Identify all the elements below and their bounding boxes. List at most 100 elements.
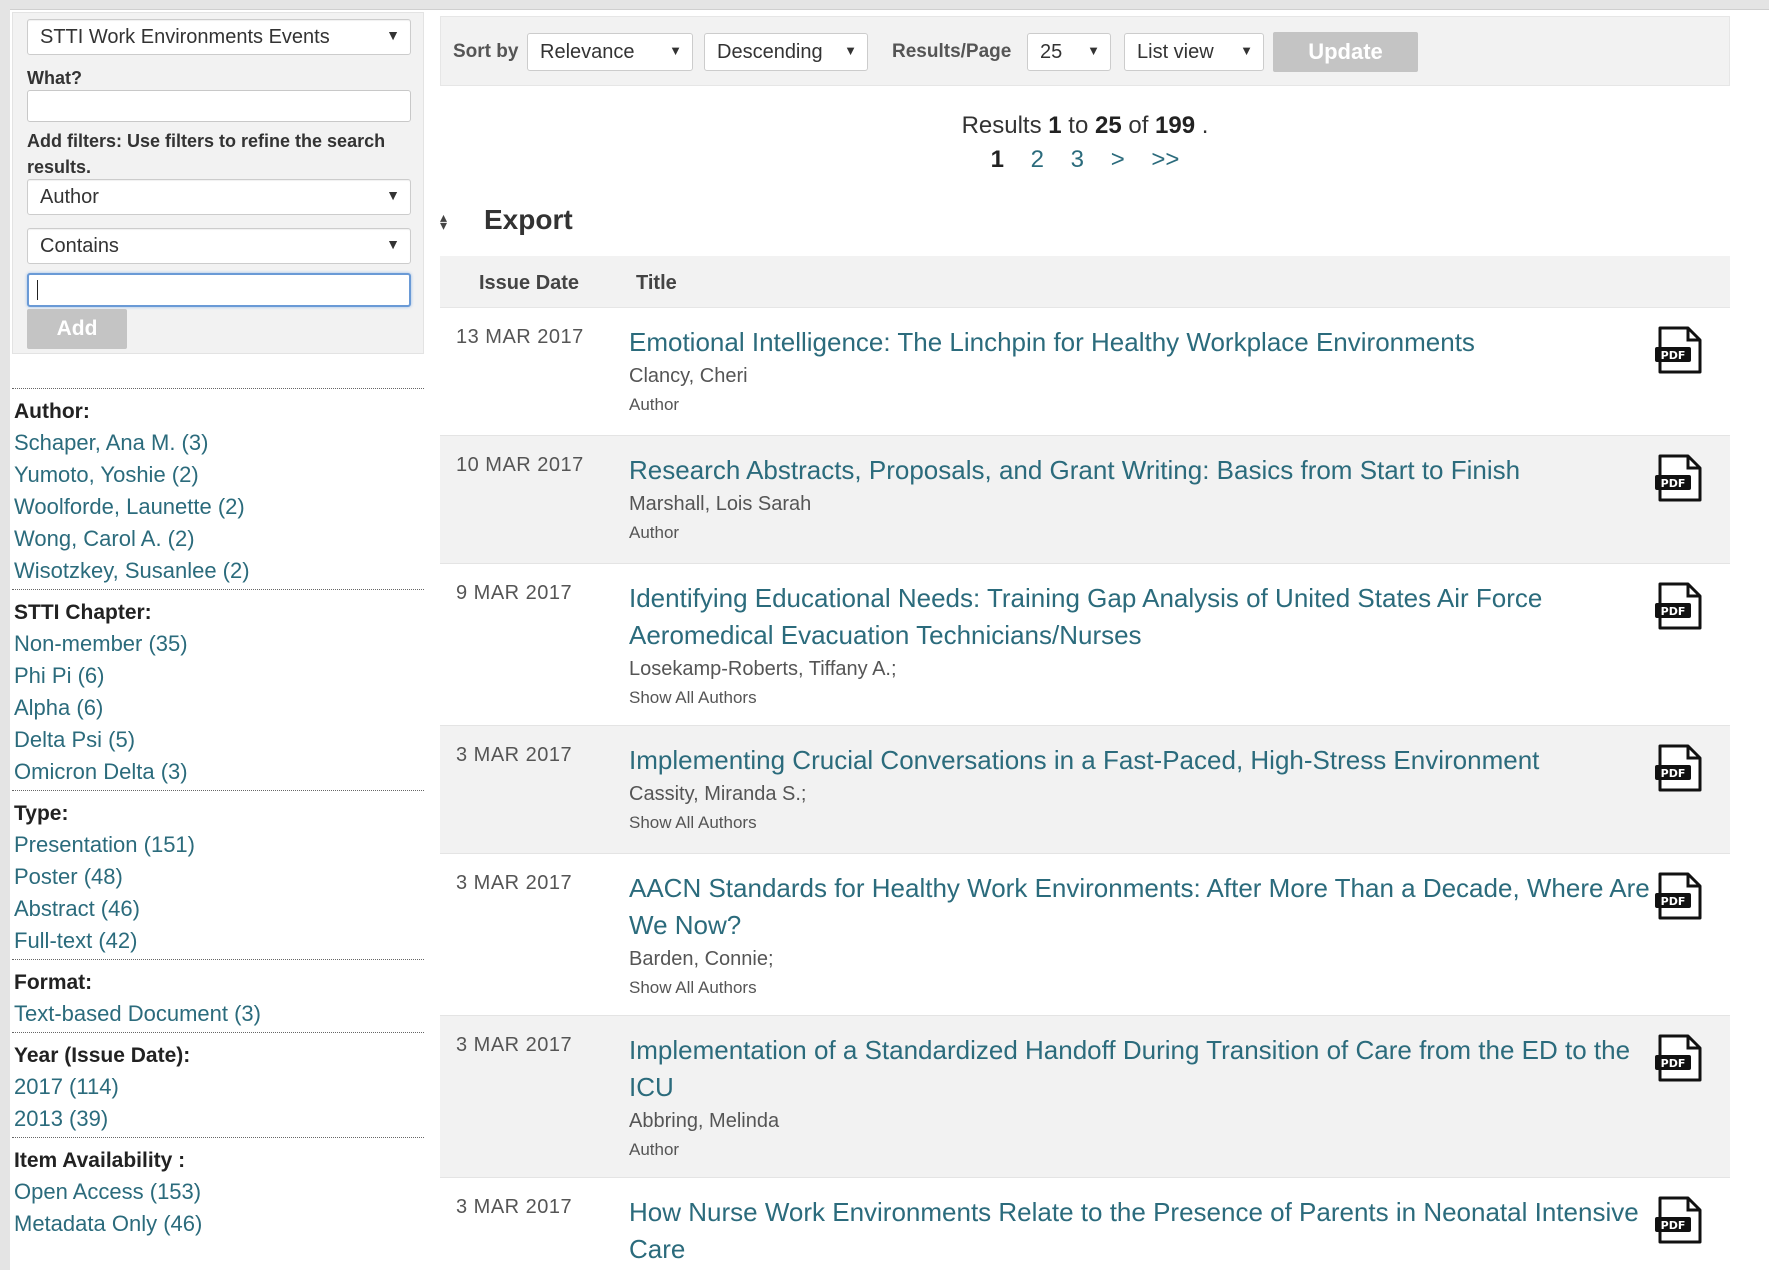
facet-link[interactable]: Alpha (6) (14, 692, 424, 724)
update-button[interactable]: Update (1273, 32, 1418, 72)
result-title-link[interactable]: Identifying Educational Needs: Training … (629, 580, 1669, 654)
results-per-page-select[interactable]: 25 ▼ (1027, 33, 1111, 71)
result-title-link[interactable]: Implementing Crucial Conversations in a … (629, 742, 1669, 779)
sort-order-select[interactable]: Descending ▼ (704, 33, 868, 71)
pdf-icon[interactable]: PDF (1654, 744, 1704, 792)
result-author: Abbring, Melinda (629, 1110, 780, 1132)
facet-link[interactable]: Phi Pi (6) (14, 660, 424, 692)
pdf-icon[interactable]: PDF (1654, 454, 1704, 502)
facet-heading: STTI Chapter: (14, 601, 152, 624)
facet-link[interactable]: Poster (48) (14, 861, 424, 893)
pdf-icon[interactable]: PDF (1654, 326, 1704, 374)
result-title-link[interactable]: Emotional Intelligence: The Linchpin for… (629, 324, 1669, 361)
page: STTI Work Environments Events ▼ What? Ad… (10, 9, 1769, 1270)
facet-heading: Author: (14, 400, 90, 423)
discovery-search-box: STTI Work Environments Events ▼ What? Ad… (12, 12, 424, 354)
sort-toggle-icon[interactable]: ▴ ▾ (440, 210, 454, 232)
facet-link[interactable]: Abstract (46) (14, 893, 424, 925)
facet-heading: Year (Issue Date): (14, 1044, 191, 1067)
results-table-header: Issue Date Title (440, 256, 1730, 308)
results-per-page-value: 25 (1040, 41, 1063, 63)
page-1: 1 (990, 146, 1004, 173)
results-of-word: of (1128, 112, 1149, 139)
facet-link[interactable]: 2017 (114) (14, 1071, 424, 1103)
result-issue-date: 10 MAR 2017 (456, 454, 584, 476)
result-title-link[interactable]: AACN Standards for Healthy Work Environm… (629, 870, 1669, 944)
facet-link[interactable]: Full-text (42) (14, 925, 424, 957)
what-input[interactable] (27, 90, 411, 122)
result-row: 9 MAR 2017 Identifying Educational Needs:… (440, 564, 1730, 726)
pdf-icon[interactable]: PDF (1654, 1196, 1704, 1244)
show-all-authors-link[interactable]: Show All Authors (629, 688, 757, 708)
facet-link[interactable]: Wisotzkey, Susanlee (2) (14, 555, 424, 587)
result-row: 13 MAR 2017 Emotional Intelligence: The L… (440, 308, 1730, 436)
result-author: Cassity, Miranda S.; (629, 783, 807, 805)
text-caret (37, 280, 38, 300)
facet-group: Author: Schaper, Ana M. (3) Yumoto, Yoshie… (12, 388, 424, 589)
sort-by-value: Relevance (540, 41, 635, 63)
facet-link[interactable]: Delta Psi (5) (14, 724, 424, 756)
result-author: Marshall, Lois Sarah (629, 493, 812, 515)
view-mode-select[interactable]: List view ▼ (1124, 33, 1264, 71)
result-row: 3 MAR 2017 AACN Standards for Healthy Wor… (440, 854, 1730, 1016)
pdf-icon[interactable]: PDF (1654, 1034, 1704, 1082)
facet-link[interactable]: Yumoto, Yoshie (2) (14, 459, 424, 491)
results-toolbar: Sort by Relevance ▼ Descending ▼ Results… (440, 16, 1730, 86)
result-issue-date: 13 MAR 2017 (456, 326, 584, 348)
facet-link[interactable]: Text-based Document (3) (14, 998, 424, 1030)
export-label[interactable]: Export (484, 204, 573, 236)
facet-link[interactable]: Presentation (151) (14, 829, 424, 861)
pagination: 1 2 3 > >> (440, 146, 1730, 174)
facet-link[interactable]: Omicron Delta (3) (14, 756, 424, 788)
show-all-authors-link[interactable]: Show All Authors (629, 813, 757, 833)
pdf-icon[interactable]: PDF (1654, 582, 1704, 630)
pdf-icon-label: PDF (1661, 895, 1686, 908)
add-filter-button[interactable]: Add (27, 309, 127, 349)
facet-link[interactable]: Non-member (35) (14, 628, 424, 660)
facet-link[interactable]: Woolforde, Launette (2) (14, 491, 424, 523)
filter-field-select[interactable]: Author ▼ (27, 179, 411, 215)
result-title-link[interactable]: Implementation of a Standardized Handoff… (629, 1032, 1669, 1106)
pdf-icon-label: PDF (1661, 1057, 1686, 1070)
results-per-page-label: Results/Page (892, 41, 1012, 62)
result-title-link[interactable]: How Nurse Work Environments Relate to th… (629, 1194, 1669, 1268)
result-role: Author (629, 395, 680, 414)
facet-link[interactable]: Open Access (153) (14, 1176, 424, 1208)
filters-hint: Add filters: Use filters to refine the s… (27, 131, 386, 177)
pdf-icon[interactable]: PDF (1654, 872, 1704, 920)
column-issue-date[interactable]: Issue Date (479, 272, 579, 295)
dropdown-arrow-icon: ▼ (844, 43, 857, 58)
pdf-icon-label: PDF (1661, 477, 1686, 490)
filter-operator-value: Contains (40, 235, 119, 257)
facet-group: Format: Text-based Document (3) (12, 959, 424, 1032)
scope-select[interactable]: STTI Work Environments Events ▼ (27, 19, 411, 55)
filter-operator-select[interactable]: Contains ▼ (27, 228, 411, 264)
facet-link[interactable]: Metadata Only (46) (14, 1208, 424, 1240)
filter-value-input[interactable] (27, 273, 411, 307)
result-row: 3 MAR 2017 Implementation of a Standardiz… (440, 1016, 1730, 1178)
result-role: Author (629, 1140, 680, 1159)
results-summary: Results 1 to 25 of 199 . (440, 112, 1730, 140)
page-2-link[interactable]: 2 (1031, 146, 1044, 174)
pdf-icon-label: PDF (1661, 1219, 1686, 1232)
facet-link[interactable]: 2013 (39) (14, 1103, 424, 1135)
sort-by-select[interactable]: Relevance ▼ (527, 33, 693, 71)
result-row: 3 MAR 2017 Implementing Crucial Conversat… (440, 726, 1730, 854)
result-title-link[interactable]: Research Abstracts, Proposals, and Grant… (629, 452, 1669, 489)
result-issue-date: 3 MAR 2017 (456, 1196, 573, 1218)
facet-link[interactable]: Wong, Carol A. (2) (14, 523, 424, 555)
page-3-link[interactable]: 3 (1071, 146, 1084, 174)
last-page-link[interactable]: >> (1151, 146, 1179, 174)
pdf-icon-label: PDF (1661, 605, 1686, 618)
column-title[interactable]: Title (636, 272, 677, 295)
result-author: Barden, Connie; (629, 948, 774, 970)
facet-link[interactable]: Schaper, Ana M. (3) (14, 427, 424, 459)
results-to: 25 (1094, 112, 1122, 139)
next-page-link[interactable]: > (1111, 146, 1125, 174)
pdf-icon-label: PDF (1661, 767, 1686, 780)
result-row: 3 MAR 2017 How Nurse Work Environments Re… (440, 1178, 1730, 1270)
result-author: Clancy, Cheri (629, 365, 748, 387)
view-mode-value: List view (1137, 41, 1214, 63)
show-all-authors-link[interactable]: Show All Authors (629, 978, 757, 998)
facets: Author: Schaper, Ana M. (3) Yumoto, Yoshie… (12, 388, 424, 1242)
